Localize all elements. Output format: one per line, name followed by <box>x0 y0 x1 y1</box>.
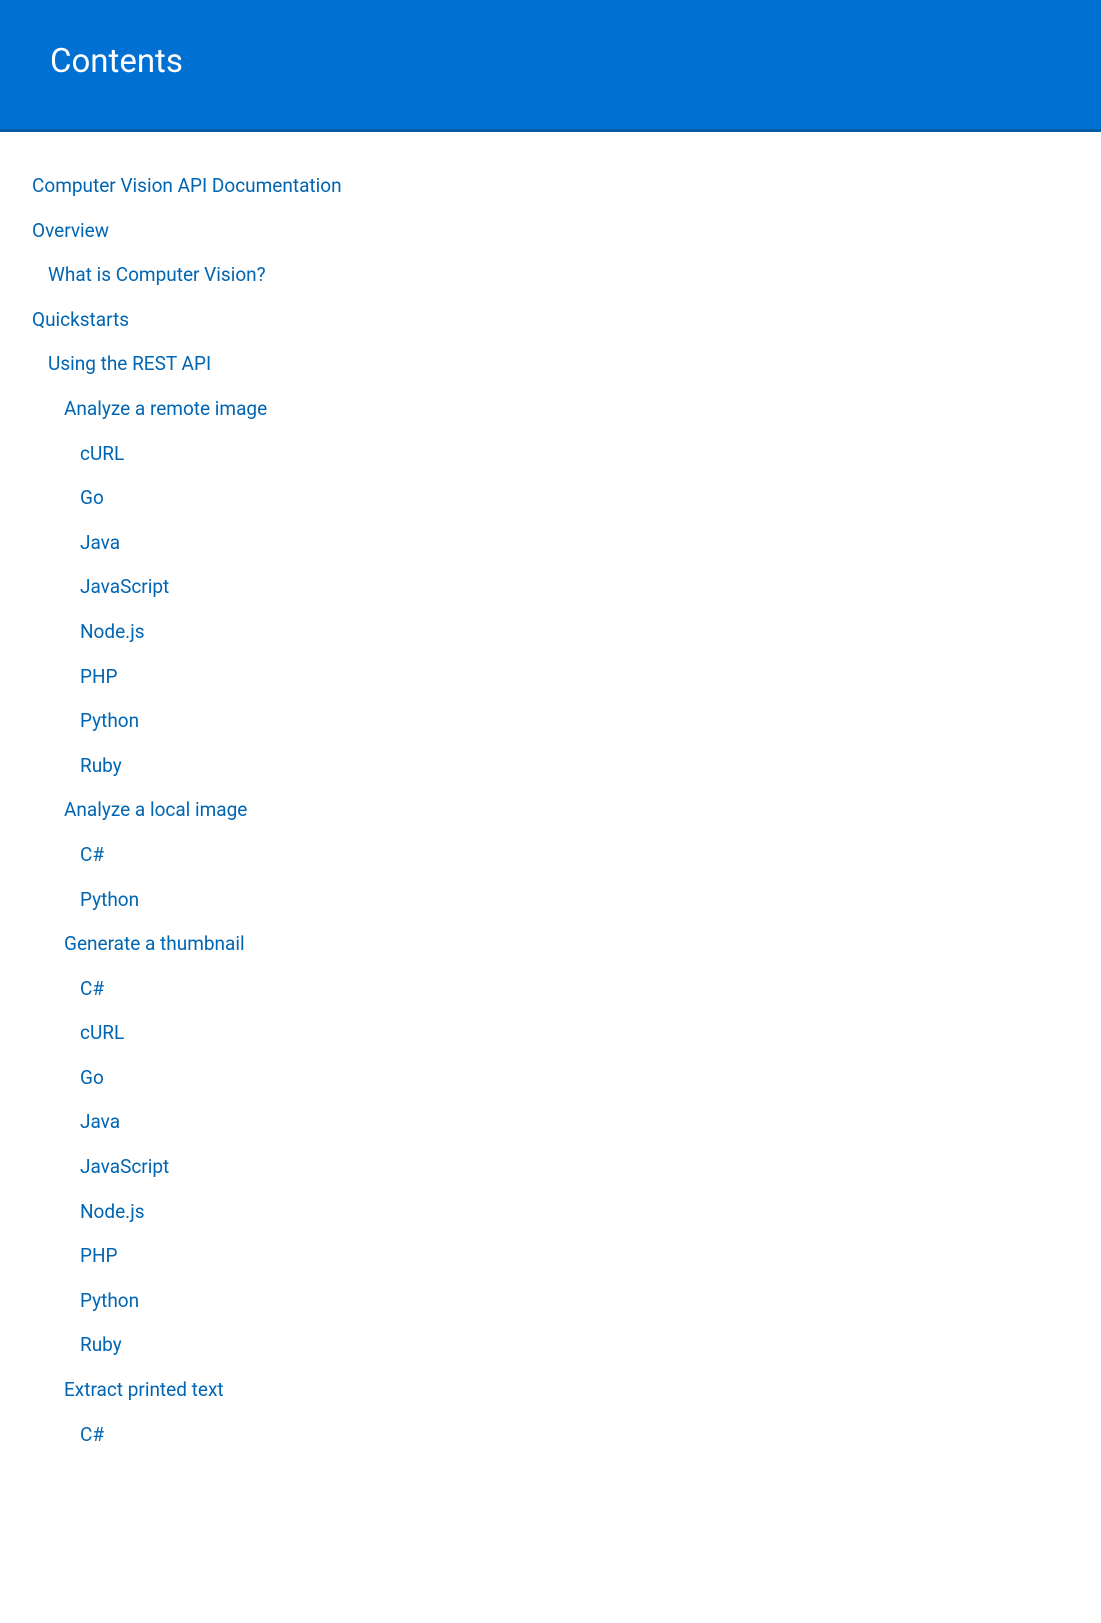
toc-link[interactable]: Python <box>32 699 1069 744</box>
toc-link[interactable]: Node.js <box>32 1190 1069 1235</box>
toc-link[interactable]: PHP <box>32 655 1069 700</box>
toc-link[interactable]: Computer Vision API Documentation <box>32 164 1069 209</box>
toc-link[interactable]: cURL <box>32 432 1069 477</box>
toc-link[interactable]: Python <box>32 878 1069 923</box>
toc-link[interactable]: Overview <box>32 209 1069 254</box>
toc-nav: Computer Vision API Documentation Overvi… <box>0 132 1101 1477</box>
toc-link[interactable]: C# <box>32 967 1069 1012</box>
toc-link[interactable]: PHP <box>32 1234 1069 1279</box>
toc-link[interactable]: JavaScript <box>32 565 1069 610</box>
toc-link[interactable]: Ruby <box>32 1323 1069 1368</box>
toc-link[interactable]: Analyze a remote image <box>32 387 1069 432</box>
toc-link[interactable]: C# <box>32 833 1069 878</box>
toc-link[interactable]: Using the REST API <box>32 342 1069 387</box>
toc-link[interactable]: JavaScript <box>32 1145 1069 1190</box>
toc-link[interactable]: Analyze a local image <box>32 788 1069 833</box>
toc-link[interactable]: Java <box>32 521 1069 566</box>
toc-link[interactable]: Go <box>32 476 1069 521</box>
toc-link[interactable]: Generate a thumbnail <box>32 922 1069 967</box>
toc-link[interactable]: What is Computer Vision? <box>32 253 1069 298</box>
toc-link[interactable]: Java <box>32 1100 1069 1145</box>
page-title: Contents <box>50 42 1051 81</box>
toc-link[interactable]: Node.js <box>32 610 1069 655</box>
toc-link[interactable]: Extract printed text <box>32 1368 1069 1413</box>
toc-link[interactable]: C# <box>32 1413 1069 1458</box>
toc-link[interactable]: Go <box>32 1056 1069 1101</box>
toc-link[interactable]: Quickstarts <box>32 298 1069 343</box>
toc-link[interactable]: Ruby <box>32 744 1069 789</box>
toc-link[interactable]: Python <box>32 1279 1069 1324</box>
header: Contents <box>0 0 1101 132</box>
toc-link[interactable]: cURL <box>32 1011 1069 1056</box>
